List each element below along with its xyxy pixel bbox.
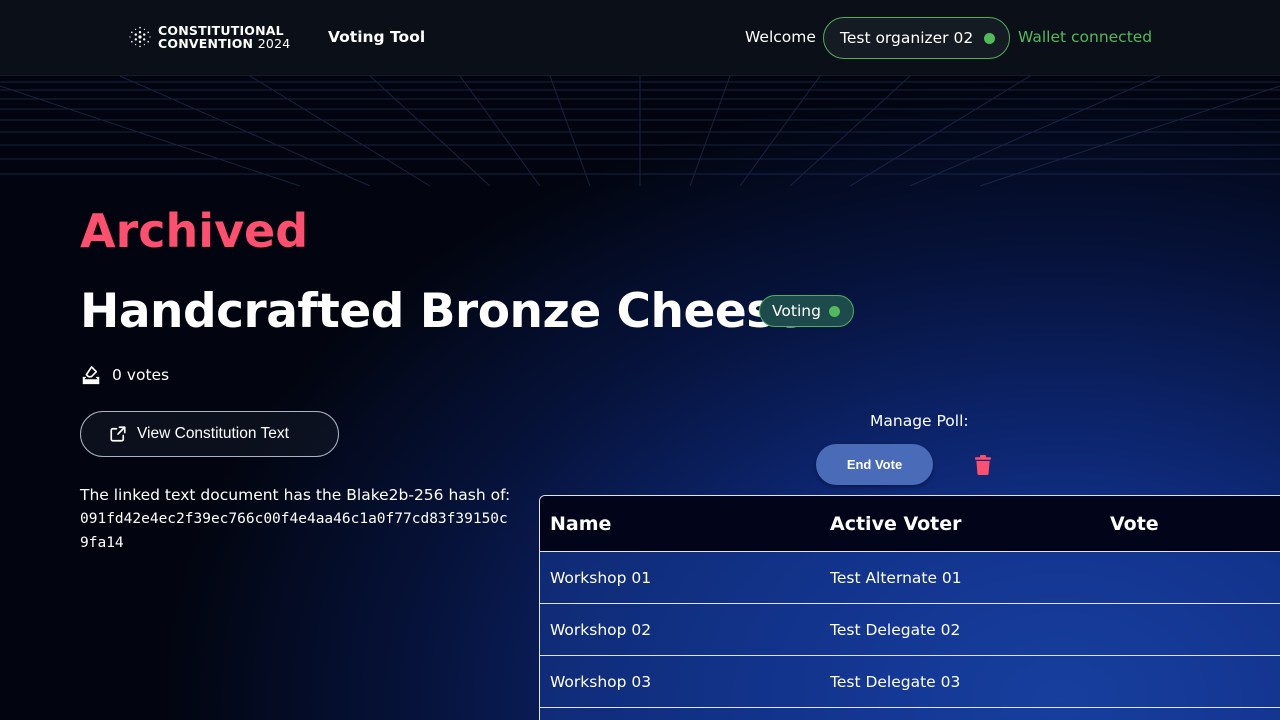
background-grid [0, 76, 1280, 186]
trash-icon [975, 455, 991, 475]
logo-line2: CONVENTION [158, 36, 254, 51]
ballot-icon [82, 366, 100, 385]
view-constitution-button[interactable]: View Constitution Text [80, 411, 339, 457]
convention-logo[interactable]: CONSTITUTIONAL CONVENTION 2024 [128, 24, 290, 50]
view-constitution-label: View Constitution Text [137, 425, 289, 442]
logo-year: 2024 [257, 36, 291, 51]
logo-wordmark: CONSTITUTIONAL CONVENTION 2024 [158, 24, 290, 50]
poll-title: Handcrafted Bronze Cheese [80, 284, 806, 339]
column-header-active-voter[interactable]: Active Voter [820, 513, 1100, 535]
app-name-link[interactable]: Voting Tool [328, 28, 425, 46]
end-vote-button[interactable]: End Vote [816, 444, 933, 485]
user-name: Test organizer 02 [840, 29, 974, 47]
workshop-name: Workshop 01 [550, 568, 652, 587]
wallet-status: Wallet connected [1018, 28, 1153, 46]
delete-poll-button[interactable] [974, 455, 992, 475]
hash-label: The linked text document has the Blake2b… [80, 486, 511, 504]
external-link-icon [110, 426, 126, 442]
workshop-name: Workshop 03 [550, 672, 652, 691]
hash-line-2: 9fa14 [80, 535, 124, 551]
votes-count: 0 votes [80, 364, 169, 386]
top-navbar: CONSTITUTIONAL CONVENTION 2024 Voting To… [0, 0, 1280, 76]
welcome-text: Welcome [745, 28, 816, 46]
table-header-row: Name Active Voter Vote [540, 496, 1280, 552]
active-voter: Test Delegate 02 [830, 620, 961, 639]
active-voter: Test Delegate 03 [830, 672, 961, 691]
workshop-name: Workshop 02 [550, 620, 652, 639]
status-dot [829, 306, 840, 317]
active-voter: Test Alternate 01 [830, 568, 962, 587]
online-status-dot [984, 33, 995, 44]
column-header-name[interactable]: Name [540, 513, 820, 535]
votes-count-text: 0 votes [112, 366, 170, 384]
hash-info: The linked text document has the Blake2b… [80, 483, 550, 555]
hash-line-1: 091fd42e4ec2f39ec766c00f4e4aa46c1a0f77cd… [80, 511, 508, 527]
table-row: Workshop 03 Test Delegate 03 [540, 656, 1280, 708]
poll-status-text: Voting [772, 302, 821, 320]
archived-label: Archived [80, 204, 309, 258]
table-row: Workshop 02 Test Delegate 02 [540, 604, 1280, 656]
column-header-vote[interactable]: Vote [1100, 513, 1280, 535]
cardano-logo-icon [129, 26, 151, 48]
poll-status-badge: Voting [759, 295, 854, 327]
hash-value: 091fd42e4ec2f39ec766c00f4e4aa46c1a0f77cd… [80, 507, 550, 555]
user-menu-button[interactable]: Test organizer 02 [823, 17, 1010, 59]
table-row: Workshop 01 Test Alternate 01 [540, 552, 1280, 604]
voters-table: Name Active Voter Vote Workshop 01 Test … [539, 495, 1280, 720]
manage-poll-label: Manage Poll: [870, 412, 969, 430]
